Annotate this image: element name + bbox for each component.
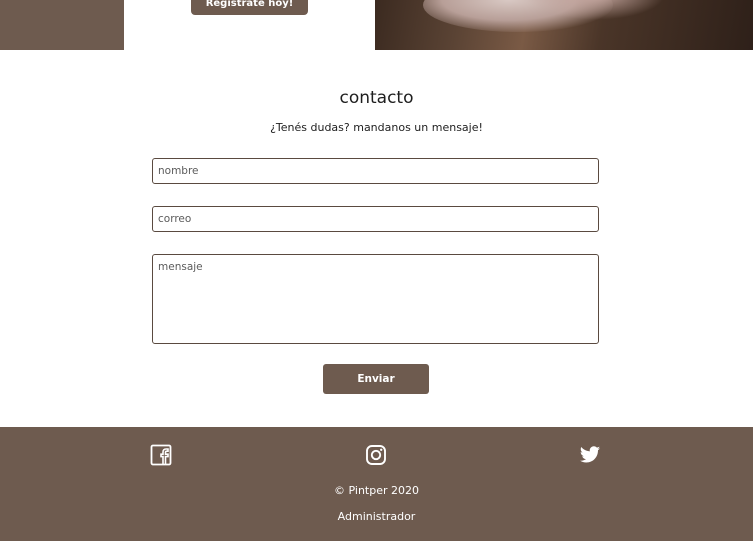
contact-title: contacto (339, 88, 414, 108)
email-input[interactable] (152, 206, 599, 232)
admin-link[interactable]: Administrador (0, 510, 753, 523)
facebook-icon[interactable] (150, 444, 172, 466)
copyright-text: © Pintper 2020 (334, 484, 419, 497)
name-input[interactable] (152, 158, 599, 184)
message-textarea[interactable] (152, 254, 599, 344)
hero-register-panel: Registrate hoy! (124, 0, 375, 50)
twitter-icon[interactable] (579, 444, 601, 466)
footer: © Pintper 2020 Administrador (0, 427, 753, 541)
instagram-icon[interactable] (365, 444, 387, 466)
contact-subtitle: ¿Tenés dudas? mandanos un mensaje! (270, 121, 483, 134)
hero-photo (375, 0, 753, 50)
hero-color-block (0, 0, 124, 50)
hero-strip: Registrate hoy! (0, 0, 753, 50)
send-button[interactable]: Enviar (323, 364, 429, 394)
register-button[interactable]: Registrate hoy! (191, 0, 308, 15)
